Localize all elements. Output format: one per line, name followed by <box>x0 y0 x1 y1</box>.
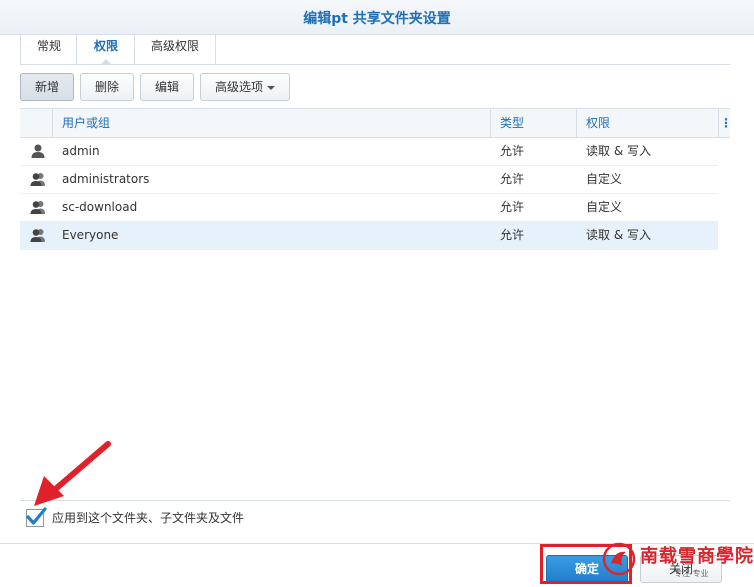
advanced-options-label: 高级选项 <box>214 80 263 94</box>
caret-down-icon <box>267 85 275 90</box>
edit-button[interactable]: 编辑 <box>140 73 194 101</box>
group-icon <box>30 229 45 242</box>
group-icon <box>30 173 45 186</box>
row-permission: 自定义 <box>586 172 623 186</box>
watermark-logo-icon <box>602 542 636 576</box>
apply-option-area: 应用到这个文件夹、子文件夹及文件 <box>20 500 730 543</box>
add-button[interactable]: 新增 <box>20 73 74 101</box>
permission-grid: 用户或组 类型 权限 ⋮ admin 允许 读取 & 写入 administra… <box>20 108 732 502</box>
delete-button[interactable]: 删除 <box>80 73 134 101</box>
watermark-text: 南载雪商學院 <box>640 546 754 567</box>
window-title: 编辑pt 共享文件夹设置 <box>303 11 451 27</box>
row-type: 允许 <box>500 144 525 158</box>
tab-general[interactable]: 常规 <box>20 34 77 64</box>
column-menu-icon[interactable]: ⋮ <box>720 109 732 137</box>
row-name: admin <box>62 144 100 158</box>
row-name: sc-download <box>62 200 138 214</box>
tab-advanced-permissions[interactable]: 高级权限 <box>134 34 216 64</box>
table-row[interactable]: sc-download 允许 自定义 <box>20 194 718 222</box>
row-name: administrators <box>62 172 150 186</box>
tab-permissions[interactable]: 权限 <box>76 34 135 65</box>
row-permission: 读取 & 写入 <box>586 144 651 158</box>
user-icon <box>31 144 45 158</box>
table-row[interactable]: administrators 允许 自定义 <box>20 166 718 194</box>
row-name: Everyone <box>62 228 119 242</box>
row-type: 允许 <box>500 172 525 186</box>
row-type: 允许 <box>500 200 525 214</box>
apply-checkbox-label: 应用到这个文件夹、子文件夹及文件 <box>52 511 245 525</box>
watermark: 南载雪商學院 专注 专业 <box>600 538 754 586</box>
row-permission: 自定义 <box>586 200 623 214</box>
column-user-or-group[interactable]: 用户或组 <box>62 109 110 137</box>
column-permission[interactable]: 权限 <box>586 109 610 137</box>
red-arrow-annotation <box>34 441 111 506</box>
advanced-options-button[interactable]: 高级选项 <box>200 73 290 101</box>
row-permission: 读取 & 写入 <box>586 228 651 242</box>
title-bar: 编辑pt 共享文件夹设置 <box>0 0 754 35</box>
group-icon <box>30 201 45 214</box>
table-row[interactable]: admin 允许 读取 & 写入 <box>20 138 718 166</box>
apply-checkbox[interactable] <box>26 507 47 527</box>
row-type: 允许 <box>500 228 525 242</box>
watermark-subtext: 专注 专业 <box>674 569 709 578</box>
grid-header: 用户或组 类型 权限 ⋮ <box>20 109 732 138</box>
tab-bar: 常规 权限 高级权限 <box>20 34 730 65</box>
column-type[interactable]: 类型 <box>500 109 524 137</box>
table-row-selected[interactable]: Everyone 允许 读取 & 写入 <box>20 222 718 250</box>
